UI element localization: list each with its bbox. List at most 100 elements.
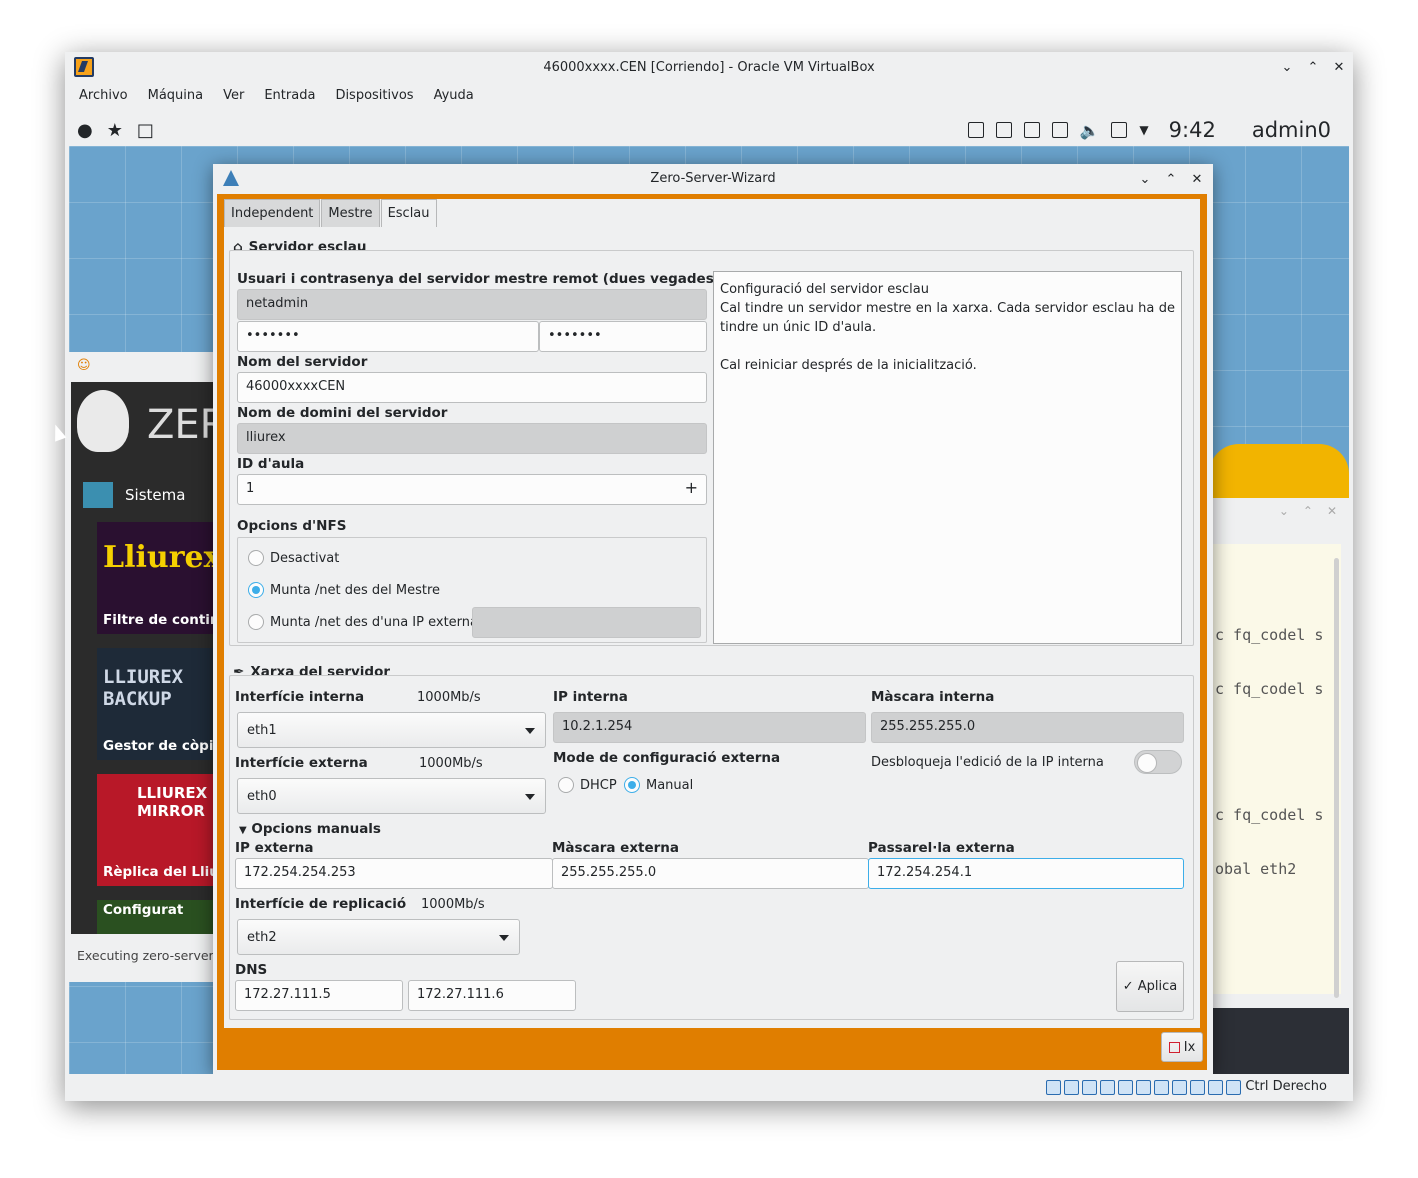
unlock-internal-ip-toggle[interactable] bbox=[1134, 750, 1182, 774]
usb-icon[interactable] bbox=[1118, 1080, 1133, 1095]
minimize-icon[interactable]: ⌄ bbox=[1139, 172, 1151, 187]
tab-esclau[interactable]: Esclau bbox=[380, 199, 437, 227]
card-label: Configurat bbox=[103, 902, 184, 918]
usb-icon[interactable] bbox=[1051, 122, 1068, 138]
internal-iface-label: Interfície interna bbox=[235, 689, 365, 705]
internal-ip-label: IP interna bbox=[553, 689, 628, 705]
tab-mestre[interactable]: Mestre bbox=[321, 199, 380, 227]
nfs-radio-disabled[interactable]: Desactivat bbox=[248, 550, 339, 566]
dns1-field[interactable]: 172.27.111.5 bbox=[235, 980, 403, 1011]
close-icon[interactable]: ✕ bbox=[1333, 60, 1345, 75]
server-name-field[interactable]: 46000xxxxCEN bbox=[237, 372, 707, 403]
nfs-external-ip-field[interactable] bbox=[472, 607, 701, 638]
gateway-field[interactable]: 172.254.254.1 bbox=[868, 858, 1184, 889]
shared-folders-icon[interactable] bbox=[1136, 1080, 1151, 1095]
card-label: Gestor de còpie bbox=[103, 738, 217, 754]
hdd-icon[interactable] bbox=[1046, 1080, 1061, 1095]
radio-label: Desactivat bbox=[270, 550, 340, 566]
mode-dhcp-radio[interactable]: DHCP bbox=[558, 777, 617, 793]
category-sistema[interactable]: Sistema bbox=[83, 482, 185, 508]
clock[interactable]: 9:42 bbox=[1169, 118, 1216, 142]
desktop-icon[interactable]: □ bbox=[137, 120, 154, 141]
display-icon[interactable] bbox=[1154, 1080, 1169, 1095]
menu-ayuda[interactable]: Ayuda bbox=[424, 84, 484, 110]
tab-independent[interactable]: Independent bbox=[224, 199, 321, 227]
updates-icon[interactable] bbox=[1023, 122, 1040, 138]
maximize-icon[interactable]: ⌃ bbox=[1165, 172, 1177, 187]
terminal-output[interactable]: c fq_codel s c fq_codel s c fq_codel s o… bbox=[1209, 544, 1341, 994]
vbox-status-icons bbox=[1046, 1080, 1241, 1095]
maximize-icon[interactable]: ⌃ bbox=[1307, 60, 1319, 75]
category-label: Sistema bbox=[125, 486, 186, 504]
menu-archivo[interactable]: Archivo bbox=[69, 84, 138, 110]
repl-iface-combo[interactable]: eth2 bbox=[237, 919, 520, 955]
zero-logo bbox=[77, 390, 129, 452]
guest-screen[interactable]: ● ★ □ 🔈 ▼ 9:42 admin0 ☺ ZER Sistema Lliu… bbox=[69, 114, 1349, 1074]
terminal-scrollbar[interactable] bbox=[1334, 558, 1339, 998]
cpu-icon[interactable] bbox=[1190, 1080, 1205, 1095]
close-icon[interactable]: ✕ bbox=[1327, 504, 1337, 518]
apply-button[interactable]: ✓ Aplica bbox=[1116, 961, 1184, 1012]
classroom-id-spinbox[interactable]: 1 + bbox=[237, 474, 707, 505]
wizard-window: Zero-Server-Wizard ⌄ ⌃ ✕ Independent Mes… bbox=[213, 164, 1213, 1074]
increment-icon[interactable]: + bbox=[685, 478, 698, 497]
sistema-icon bbox=[83, 482, 113, 508]
card-filtre[interactable]: Lliurex Filtre de conting bbox=[97, 522, 217, 634]
favorites-star-icon[interactable]: ★ bbox=[107, 120, 123, 141]
audio-icon[interactable] bbox=[1082, 1080, 1097, 1095]
maximize-icon[interactable]: ⌃ bbox=[1303, 504, 1313, 518]
apply-label: Aplica bbox=[1137, 979, 1178, 994]
menu-maquina[interactable]: Máquina bbox=[138, 84, 214, 110]
menu-entrada[interactable]: Entrada bbox=[254, 84, 325, 110]
zero-center-window[interactable]: ☺ ZER Sistema Lliurex Filtre de conting … bbox=[69, 352, 219, 982]
external-iface-label: Interfície externa bbox=[235, 755, 368, 771]
menu-dispositivos[interactable]: Dispositivos bbox=[325, 84, 423, 110]
username-field[interactable]: netadmin bbox=[237, 289, 707, 320]
mouse-cursor-icon bbox=[49, 422, 67, 442]
nfs-radio-master[interactable]: Munta /net des del Mestre bbox=[248, 582, 440, 598]
internal-ip-field[interactable]: 10.2.1.254 bbox=[553, 712, 866, 743]
manual-options-expander[interactable]: ▼ Opcions manuals bbox=[239, 821, 381, 837]
keyboard-icon[interactable] bbox=[1226, 1080, 1241, 1095]
minimize-icon[interactable]: ⌄ bbox=[1279, 504, 1289, 518]
internal-mask-field[interactable]: 255.255.255.0 bbox=[871, 712, 1184, 743]
internal-speed: 1000Mb/s bbox=[417, 690, 481, 705]
terminal-line: c fq_codel s bbox=[1215, 626, 1324, 644]
alarm-icon[interactable] bbox=[967, 122, 984, 138]
card-mirror[interactable]: LLIUREX MIRROR Rèplica del Lliur bbox=[97, 774, 217, 886]
volume-icon[interactable]: 🔈 bbox=[1080, 121, 1100, 140]
mode-manual-radio[interactable]: Manual bbox=[624, 777, 693, 793]
clipboard-icon[interactable] bbox=[995, 122, 1012, 138]
terminal-window[interactable]: ⌄ ⌃ ✕ c fq_codel s c fq_codel s c fq_cod… bbox=[1209, 498, 1349, 1008]
recording-icon[interactable] bbox=[1172, 1080, 1187, 1095]
combo-value: eth0 bbox=[247, 789, 277, 804]
launcher-icon[interactable]: ● bbox=[77, 120, 93, 141]
menu-ver[interactable]: Ver bbox=[213, 84, 254, 110]
card-backup[interactable]: LLIUREX BACKUP Gestor de còpie bbox=[97, 648, 217, 760]
domain-field[interactable]: lliurex bbox=[237, 423, 707, 454]
dns2-field[interactable]: 172.27.111.6 bbox=[408, 980, 576, 1011]
radio-label: Munta /net des d'una IP externa bbox=[270, 614, 478, 630]
password-confirm-field[interactable]: ••••••• bbox=[539, 321, 707, 352]
external-iface-combo[interactable]: eth0 bbox=[237, 778, 546, 814]
mouse-integration-icon[interactable] bbox=[1208, 1080, 1223, 1095]
nfs-radio-external[interactable]: Munta /net des d'una IP externa bbox=[248, 614, 478, 630]
exit-button[interactable]: Ix bbox=[1161, 1032, 1203, 1062]
network-icon[interactable] bbox=[1111, 122, 1128, 138]
vbox-titlebar: 46000xxxx.CEN [Corriendo] - Oracle VM Vi… bbox=[65, 52, 1353, 82]
username[interactable]: admin0 bbox=[1252, 118, 1331, 142]
password-field[interactable]: ••••••• bbox=[237, 321, 539, 352]
ext-mask-field[interactable]: 255.255.255.0 bbox=[552, 858, 869, 889]
tray-expand-icon[interactable]: ▼ bbox=[1139, 123, 1148, 137]
radio-dot bbox=[248, 614, 264, 630]
ext-ip-field[interactable]: 172.254.254.253 bbox=[235, 858, 553, 889]
optical-icon[interactable] bbox=[1064, 1080, 1079, 1095]
close-icon[interactable]: ✕ bbox=[1191, 172, 1203, 187]
network-adapters-icon[interactable] bbox=[1100, 1080, 1115, 1095]
chevron-down-icon bbox=[499, 935, 509, 941]
minimize-icon[interactable]: ⌄ bbox=[1281, 60, 1293, 75]
vbox-statusbar: Ctrl Derecho bbox=[65, 1074, 1353, 1101]
card-configurat[interactable]: Configurat bbox=[97, 900, 217, 934]
host-key-label: Ctrl Derecho bbox=[1245, 1079, 1327, 1094]
internal-iface-combo[interactable]: eth1 bbox=[237, 712, 546, 748]
